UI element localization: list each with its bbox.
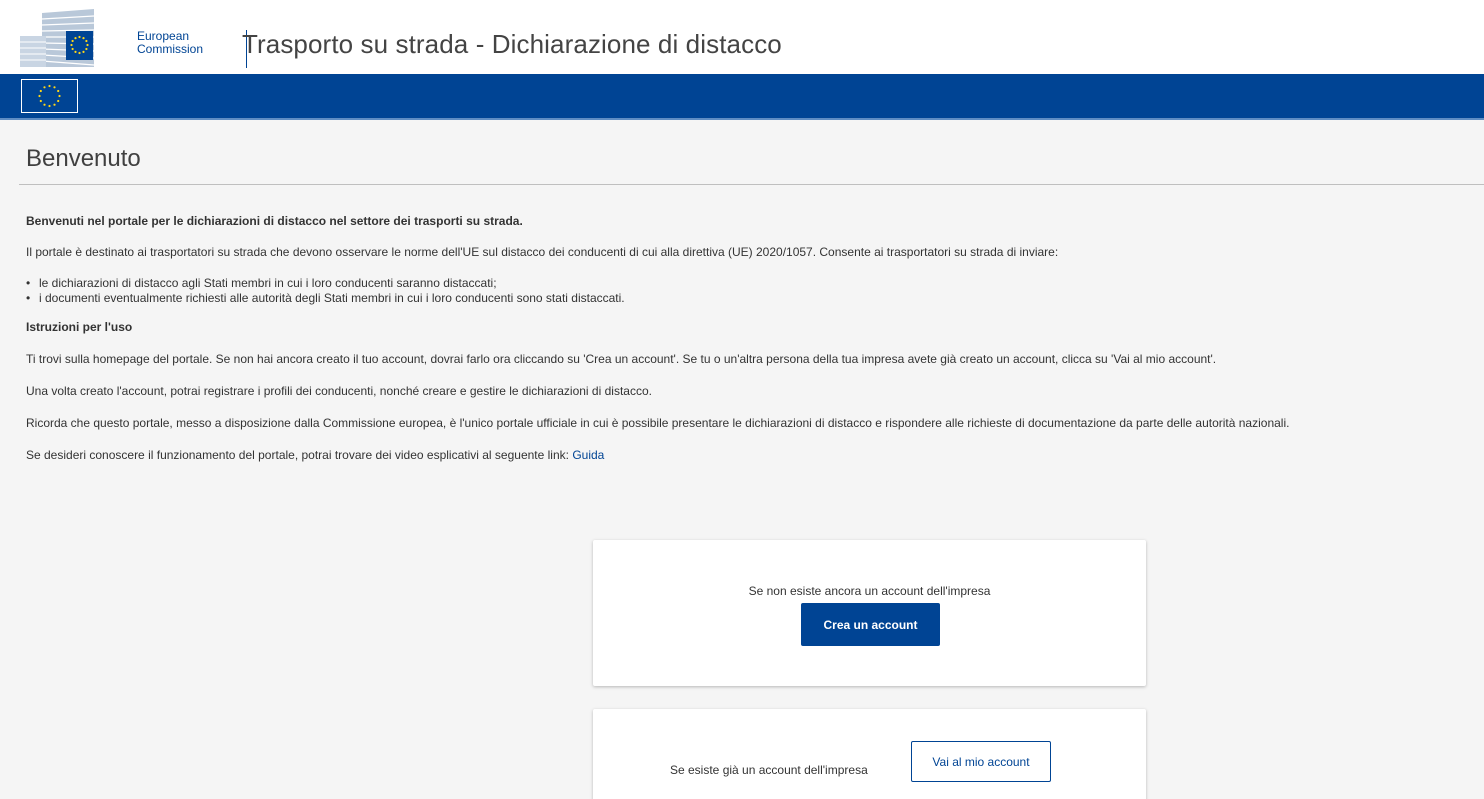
guide-link[interactable]: Guida [572,448,604,462]
eu-flag-icon[interactable] [21,79,78,113]
paragraph-video: Se desideri conoscere il funzionamento d… [26,448,1484,462]
intro-paragraph: Il portale è destinato ai trasportatori … [26,245,1059,259]
eu-stars-icon [38,84,61,108]
existing-account-card: Se esiste già un account dell'impresa Va… [593,709,1146,799]
site-title: Trasporto su strada - Dichiarazione di d… [242,29,782,59]
video-text: Se desideri conoscere il funzionamento d… [26,448,573,462]
logo-line-commission: Commission [137,42,204,56]
page-title: Benvenuto [26,145,141,172]
site-header: European Commission Trasporto su strada … [0,0,1484,74]
ec-building-icon [20,9,95,67]
create-account-card: Se non esiste ancora un account dell'imp… [593,540,1146,686]
top-navigation-band [0,74,1484,120]
go-to-account-button[interactable]: Vai al mio account [911,741,1051,782]
paragraph-official: Ricorda che questo portale, messo a disp… [26,416,1290,430]
title-divider [19,184,1484,185]
paragraph-homepage: Ti trovi sulla homepage del portale. Se … [26,352,1217,366]
list-item: le dichiarazioni di distacco agli Stati … [26,276,1484,291]
create-account-button[interactable]: Crea un account [801,603,940,646]
instructions-heading: Istruzioni per l'uso [26,320,133,334]
intro-heading: Benvenuti nel portale per le dichiarazio… [26,214,523,228]
list-item: i documenti eventualmente richiesti alle… [26,291,1484,306]
european-commission-logo[interactable]: European Commission [20,9,247,68]
intro-section: Benvenuti nel portale per le dichiarazio… [26,214,1484,462]
logo-text: European Commission [137,30,203,56]
paragraph-profiles: Una volta creato l'account, potrai regis… [26,384,652,398]
create-account-text: Se non esiste ancora un account dell'imp… [748,584,991,598]
intro-list: le dichiarazioni di distacco agli Stati … [26,276,1484,306]
existing-account-text: Se esiste già un account dell'impresa [670,763,868,777]
